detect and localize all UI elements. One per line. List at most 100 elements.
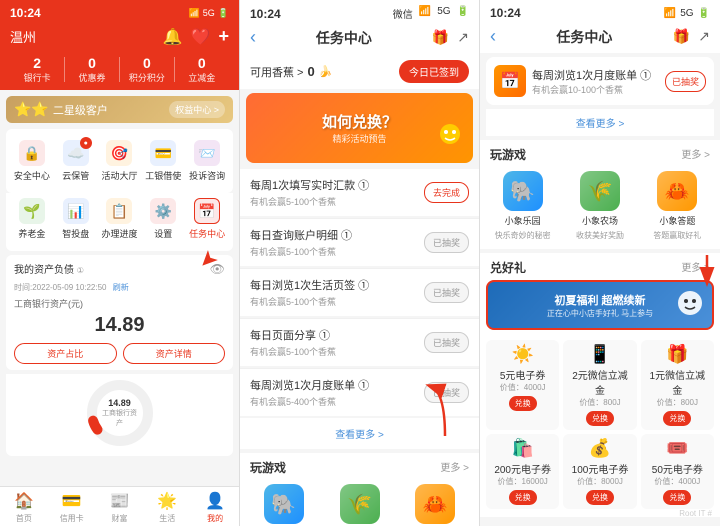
exchange-btn-4[interactable]: 兑换 — [586, 490, 614, 505]
menu-item-taskcenter[interactable]: 📅 任务中心 — [185, 193, 229, 245]
p2-banana-left[interactable]: 可用香蕉 > 0 🍌 — [250, 64, 332, 80]
exchange-item-2[interactable]: 🎁 1元微信立减金 价值：800J 兑换 — [641, 340, 714, 430]
p3-draw-btn[interactable]: 已抽奖 — [665, 71, 706, 92]
p2-games-header: 玩游戏 更多 > — [240, 453, 479, 480]
p2-banner-main: 如何兑换？ — [322, 111, 397, 132]
gift-icon[interactable]: 🎁 — [432, 29, 449, 46]
bell-icon[interactable]: 🔔 — [163, 27, 183, 47]
p1-donut-area: 14.89 工商银行资产 — [6, 374, 233, 456]
task-1-btn[interactable]: 已抽奖 — [424, 232, 469, 253]
exchange-item-4[interactable]: 💰 100元电子券 价值：8000J 兑换 — [563, 434, 636, 509]
p1-city[interactable]: 温州 — [10, 27, 36, 46]
menu-item-security[interactable]: 🔒 安全中心 — [10, 135, 54, 187]
p1-score-coupon[interactable]: 0 优惠券 — [65, 55, 119, 84]
p2-status-right: 微信 📶 5G 🔋 — [393, 6, 469, 21]
exchange-item-3[interactable]: 🛍️ 200元电子券 价值：16000J 兑换 — [486, 434, 559, 509]
p1-nav-icons: 🔔 ❤️ + — [163, 26, 229, 47]
p1-bottom-nav: 🏠 首页 💳 信用卡 📰 财富 🌟 生活 👤 我的 — [0, 486, 239, 526]
exchange-item-5[interactable]: 🎟️ 50元电子券 价值：4000J 兑换 — [641, 434, 714, 509]
task-item-3: 每日页面分享 ① 有机会赢5-100个香蕉 已抽奖 — [240, 319, 479, 366]
security-icon: 🔒 — [19, 140, 45, 166]
p3-game-elephant[interactable]: 🐘 小象乐园 快乐奇妙的秘密 — [486, 171, 559, 241]
assets-label: 我的资产负债 — [14, 265, 74, 276]
p3-weekly-icon: 📅 — [494, 65, 526, 97]
p1-score-bank[interactable]: 2 银行卡 — [10, 55, 64, 84]
p3-elephant-icon: 🐘 — [503, 171, 543, 211]
p3-weekly-sub: 有机会赢10-100个香蕉 — [532, 83, 659, 96]
p1-vip-bar[interactable]: ⭐⭐ 二星级客户 权益中心 > — [6, 96, 233, 123]
nav-item-home[interactable]: 🏠 首页 — [0, 491, 48, 524]
refresh-btn[interactable]: 刷新 — [113, 283, 129, 292]
p3-network: 5G — [680, 8, 693, 19]
nav-item-mine[interactable]: 👤 我的 — [191, 491, 239, 524]
exchange-btn-3[interactable]: 兑换 — [509, 490, 537, 505]
p3-see-more[interactable]: 查看更多 > — [486, 109, 714, 136]
p3-games-more[interactable]: 更多 > — [681, 146, 710, 163]
share-icon[interactable]: ↗ — [457, 29, 469, 46]
nav-item-wealth[interactable]: 📰 财富 — [96, 491, 144, 524]
invest-icon: 📊 — [63, 198, 89, 224]
p2-checkin-btn[interactable]: 今日已签到 — [399, 60, 469, 83]
menu-item-settings[interactable]: ⚙️ 设置 — [141, 193, 185, 245]
p2-game-quiz[interactable]: 🦀 小象答题 — [397, 484, 473, 526]
p1-menu-row2: 🌱 养老金 📊 智投盘 📋 办理进度 ⚙️ 设置 📅 任务中心 — [6, 193, 233, 251]
p2-game-elephant[interactable]: 🐘 小象乐园 — [246, 484, 322, 526]
nav-item-creditcard[interactable]: 💳 信用卡 — [48, 491, 96, 524]
vip-star-icon: ⭐⭐ — [14, 101, 49, 118]
nav-item-life[interactable]: 🌟 生活 — [143, 491, 191, 524]
p2-banner[interactable]: 如何兑换？ 精彩活动预告 — [246, 93, 473, 163]
donut-sublabel: 工商银行资产 — [102, 408, 137, 428]
exchange-price-0: 价值：4000J — [490, 382, 555, 393]
p2-back-btn[interactable]: ‹ — [250, 27, 256, 48]
p1-assets-section: 我的资产负债 ① 👁 时间:2022-05-09 10:22:50 刷新 工商银… — [6, 255, 233, 370]
p1-time: 10:24 — [10, 6, 41, 20]
menu-item-invest[interactable]: 📊 智投盘 — [54, 193, 98, 245]
p1-score-reduce[interactable]: 0 立减金 — [175, 55, 229, 84]
p3-share-icon[interactable]: ↗ — [698, 28, 710, 45]
menu-item-progress[interactable]: 📋 办理进度 — [98, 193, 142, 245]
p3-promo-banner[interactable]: 初夏福利 超燃续新 正在心中小店手好礼 马上参与 — [486, 280, 714, 330]
exchange-btn-1[interactable]: 兑换 — [586, 411, 614, 426]
asset-detail-btn[interactable]: 资产详情 — [123, 343, 226, 364]
exchange-btn-2[interactable]: 兑换 — [663, 411, 691, 426]
exchange-item-1[interactable]: 📱 2元微信立减金 价值：800J 兑换 — [563, 340, 636, 430]
menu-label-cloud: 云保管 — [62, 169, 89, 182]
p3-back-btn[interactable]: ‹ — [490, 26, 496, 47]
add-icon[interactable]: + — [218, 26, 229, 47]
p3-exchange-more[interactable]: 更多 > — [681, 259, 710, 276]
p1-asset-amount: 14.89 — [14, 314, 225, 337]
p3-promo-content: 初夏福利 超燃续新 正在心中小店手好礼 马上参与 — [547, 292, 653, 319]
menu-item-complaint[interactable]: 📨 投诉咨询 — [185, 135, 229, 187]
menu-item-cloud[interactable]: ☁️ ● 云保管 — [54, 135, 98, 187]
p1-assets-title-row: 我的资产负债 ① 👁 — [14, 261, 225, 276]
heart-icon[interactable]: ❤️ — [191, 27, 211, 47]
task-2-btn[interactable]: 已抽奖 — [424, 282, 469, 303]
menu-item-pension[interactable]: 🌱 养老金 — [10, 193, 54, 245]
menu-item-credit[interactable]: 💳 工银借使 — [141, 135, 185, 187]
vip-equity-btn[interactable]: 权益中心 > — [169, 101, 225, 118]
task-3-title: 每日页面分享 ① — [250, 327, 424, 343]
task-item-2: 每日浏览1次生活页签 ① 有机会赢5-100个香蕉 已抽奖 — [240, 269, 479, 316]
p2-see-more[interactable]: 查看更多 > — [240, 418, 479, 449]
p3-nav-row: ‹ 任务中心 🎁 ↗ — [490, 24, 710, 49]
exchange-item-0[interactable]: ☀️ 5元电子券 价值：4000J 兑换 — [486, 340, 559, 430]
task-0-btn[interactable]: 去完成 — [424, 182, 469, 203]
p3-game-farm[interactable]: 🌾 小象农场 收获美好奖励 — [563, 171, 636, 241]
asset-ratio-btn[interactable]: 资产占比 — [14, 343, 117, 364]
task-item-0: 每周1次填写实时汇款 ① 有机会赢5-100个香蕉 去完成 — [240, 169, 479, 216]
p3-gift-icon[interactable]: 🎁 — [673, 28, 690, 45]
p1-score-points[interactable]: 0 积分积分 — [120, 55, 174, 84]
p3-weekly-content: 每周浏览1次月度账单 ① 有机会赢10-100个香蕉 — [532, 67, 659, 96]
task-4-btn[interactable]: 已抽奖 — [424, 382, 469, 403]
farm-game-icon: 🌾 — [340, 484, 380, 524]
p2-status-bar: 10:24 微信 📶 5G 🔋 — [250, 6, 469, 21]
exchange-btn-0[interactable]: 兑换 — [509, 396, 537, 411]
exchange-btn-5[interactable]: 兑换 — [663, 490, 691, 505]
p3-game-quiz[interactable]: 🦀 小象答题 答题赢取好礼 — [641, 171, 714, 241]
p2-game-farm[interactable]: 🌾 小象农场 — [322, 484, 398, 526]
menu-item-activity[interactable]: 🎯 活动大厅 — [98, 135, 142, 187]
task-3-btn[interactable]: 已抽奖 — [424, 332, 469, 353]
network-badge: 5G — [203, 8, 215, 18]
p2-games-more[interactable]: 更多 > — [440, 459, 469, 476]
exchange-price-2: 价值：800J — [645, 397, 710, 408]
